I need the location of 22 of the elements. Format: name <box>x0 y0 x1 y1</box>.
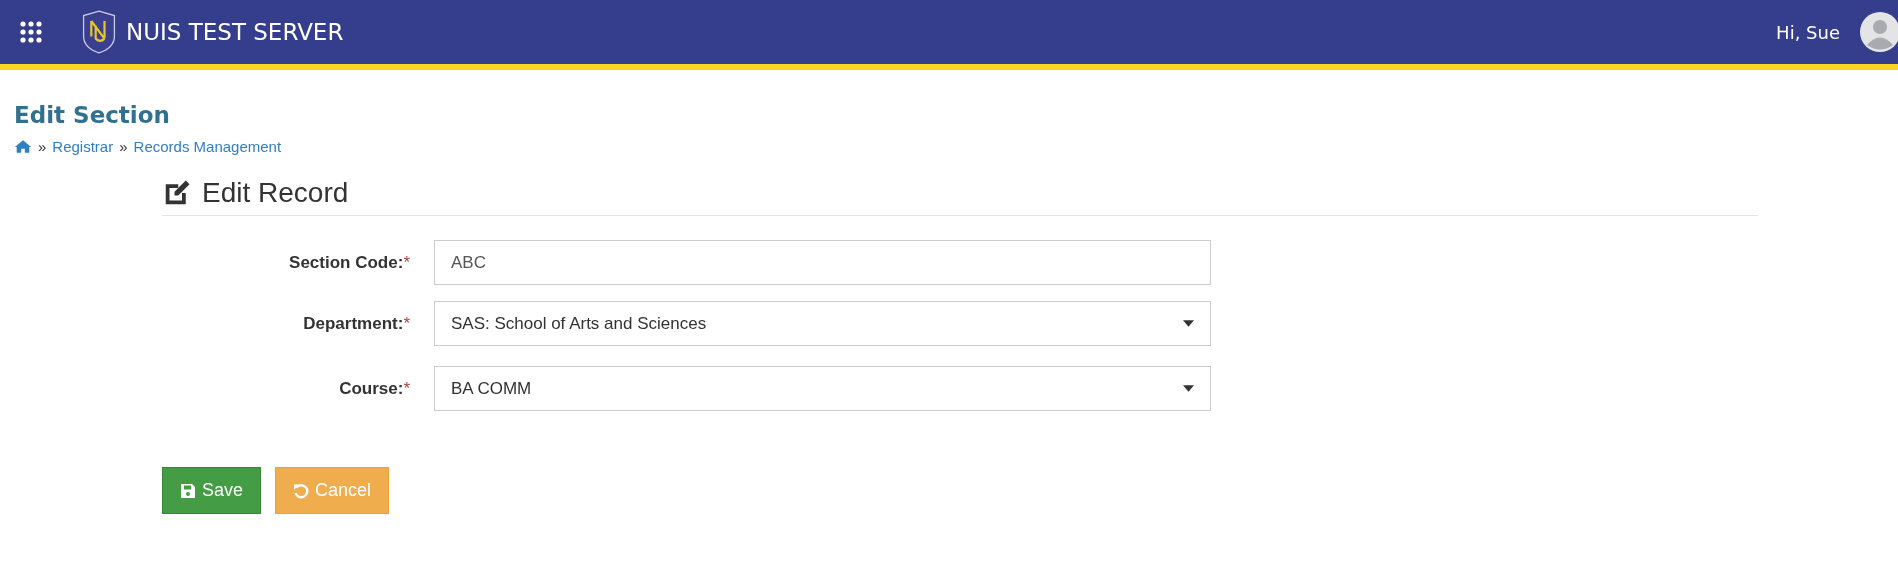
form-title: Edit Record <box>202 177 349 209</box>
undo-icon <box>293 482 310 499</box>
caret-icon <box>1183 320 1194 327</box>
page-title: Edit Section <box>14 102 171 128</box>
breadcrumb-link[interactable]: Records Management <box>133 138 282 155</box>
caret-icon <box>1183 385 1194 392</box>
breadcrumb-separator: » <box>38 138 47 155</box>
app-title: NUIS TEST SERVER <box>126 19 344 45</box>
breadcrumb-link[interactable]: Registrar <box>52 138 114 155</box>
apps-grid-icon[interactable] <box>20 21 42 43</box>
shield-logo-icon[interactable] <box>80 10 118 54</box>
field-label: Section Code:* <box>288 252 411 273</box>
home-icon[interactable] <box>14 139 32 154</box>
breadcrumb-separator: » <box>119 138 128 155</box>
field-label: Department:* <box>302 313 411 334</box>
input-field[interactable]: ABC <box>434 240 1211 285</box>
user-greeting: Hi, Sue <box>1776 21 1840 43</box>
save-button[interactable]: Save <box>162 467 262 514</box>
field-label: Course:* <box>338 378 411 399</box>
user-avatar-icon[interactable] <box>1860 12 1898 52</box>
dropdown-field[interactable]: BA COMM <box>434 366 1211 411</box>
dropdown-field[interactable]: SAS: School of Arts and Sciences <box>434 301 1211 346</box>
